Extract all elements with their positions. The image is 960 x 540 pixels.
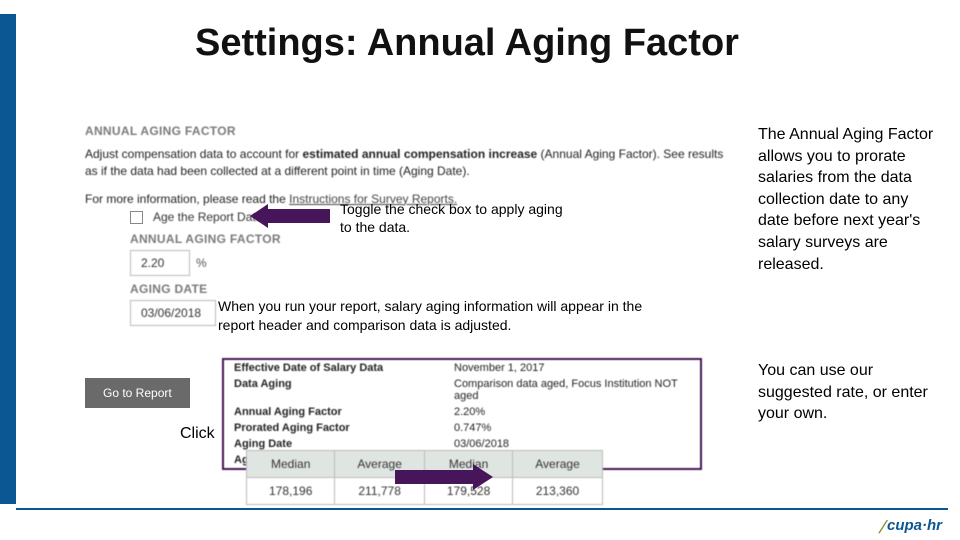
info-row: Annual Aging Factor2.20% [224, 404, 700, 420]
annual-factor-input[interactable]: 2.20 [130, 250, 190, 276]
info-row: Data AgingComparison data aged, Focus In… [224, 376, 700, 404]
explanation-text-1: The Annual Aging Factor allows you to pr… [758, 124, 938, 275]
arrow-right-icon [395, 464, 493, 490]
explanation-text-2: You can use our suggested rate, or enter… [758, 360, 938, 425]
info-key: Prorated Aging Factor [234, 422, 454, 434]
table-header: Average [513, 451, 602, 478]
percent-sign: % [196, 256, 207, 270]
table-cell: 178,196 [247, 478, 335, 505]
age-data-checkbox[interactable] [130, 211, 143, 224]
aging-date-input[interactable]: 03/06/2018 [130, 300, 216, 326]
info-key: Data Aging [234, 378, 454, 402]
info-key: Aging Date [234, 438, 454, 450]
info-value: 2.20% [454, 406, 690, 418]
accent-bar [0, 14, 16, 504]
click-label: Click [180, 425, 215, 443]
info-row: Effective Date of Salary DataNovember 1,… [224, 360, 700, 376]
callout-run-report: When you run your report, salary aging i… [218, 297, 678, 335]
info-value: 03/06/2018 [454, 438, 690, 450]
info-key: Effective Date of Salary Data [234, 362, 454, 374]
table-header: Median [247, 451, 335, 478]
form-panel: ANNUAL AGING FACTOR Adjust compensation … [85, 124, 725, 206]
slide: Settings: Annual Aging Factor ANNUAL AGI… [0, 0, 960, 540]
arrow-left-icon [250, 206, 330, 226]
info-value: Comparison data aged, Focus Institution … [454, 378, 690, 402]
info-value: 0.747% [454, 422, 690, 434]
go-to-report-button[interactable]: Go to Report [85, 378, 190, 408]
desc-text: Adjust compensation data to account for [85, 147, 302, 161]
aging-date-label: AGING DATE [130, 282, 207, 296]
section-description: Adjust compensation data to account for … [85, 146, 725, 180]
cupa-hr-logo: ⟋cupa·hr [878, 517, 942, 534]
footer-rule [16, 508, 948, 510]
callout-toggle: Toggle the check box to apply aging to t… [340, 200, 570, 236]
age-data-row: Age the Report Data [130, 210, 262, 224]
info-key: Annual Aging Factor [234, 406, 454, 418]
annual-factor-label: ANNUAL AGING FACTOR [130, 232, 281, 246]
age-data-label: Age the Report Data [153, 210, 262, 224]
section-label: ANNUAL AGING FACTOR [85, 124, 725, 138]
table-cell: 213,360 [513, 478, 602, 505]
info-row: Prorated Aging Factor0.747% [224, 420, 700, 436]
desc-bold: estimated annual compensation increase [302, 147, 537, 161]
info-value: November 1, 2017 [454, 362, 690, 374]
page-title: Settings: Annual Aging Factor [195, 22, 739, 65]
